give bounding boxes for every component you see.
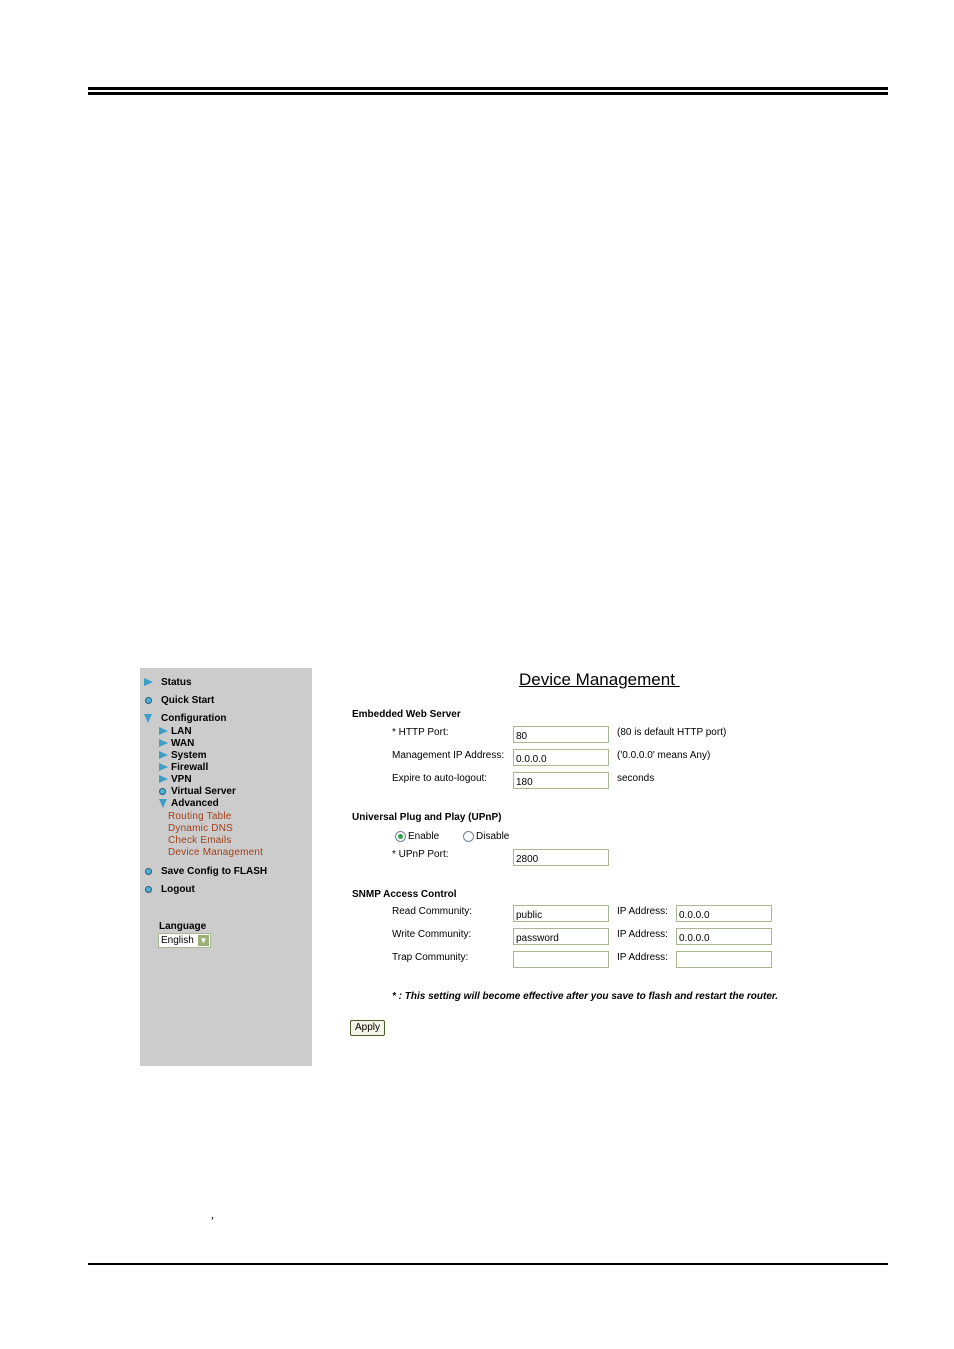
sidebar-item-label: LAN [171, 726, 192, 737]
upnp-disable-label: Disable [476, 831, 510, 842]
read-ip-label: IP Address: [617, 906, 668, 917]
stray-mark: , [211, 1207, 214, 1221]
sidebar-item-label: System [171, 750, 207, 761]
sidebar-item-label: WAN [171, 738, 195, 749]
read-community-input[interactable] [513, 905, 609, 922]
radio-unselected-icon [463, 831, 474, 842]
sidebar-nav: Status Quick Start Configuration LAN WAN… [140, 668, 312, 1066]
sidebar-item-quick-start[interactable]: Quick Start [143, 695, 214, 706]
http-port-label: * HTTP Port: [392, 727, 449, 738]
sidebar-link-device-management[interactable]: Device Management [168, 847, 263, 858]
bullet-icon [145, 697, 152, 704]
sidebar-item-label: Firewall [171, 762, 209, 773]
expire-label: Expire to auto-logout: [392, 773, 488, 784]
bullet-icon [145, 886, 152, 893]
trap-ip-input[interactable] [676, 951, 772, 968]
mgmt-ip-input[interactable] [513, 749, 609, 766]
language-selected-value: English [161, 935, 194, 946]
language-label: Language [159, 921, 207, 932]
upnp-port-label: * UPnP Port: [392, 849, 449, 860]
triangle-right-icon [159, 727, 168, 735]
upnp-enable-radio[interactable]: Enable [395, 831, 439, 842]
footer-rule [88, 1263, 888, 1265]
chevron-down-icon[interactable]: ▼ [198, 935, 209, 946]
triangle-down-icon [144, 714, 152, 723]
mgmt-ip-label: Management IP Address: [392, 750, 505, 761]
expire-note: seconds [617, 773, 655, 784]
write-community-label: Write Community: [392, 929, 472, 940]
header-rule-thin [88, 92, 888, 95]
restart-footnote: * : This setting will become effective a… [392, 991, 779, 1002]
trap-community-input[interactable] [513, 951, 609, 968]
language-select[interactable]: English ▼ [158, 933, 211, 948]
sidebar-item-save-config[interactable]: Save Config to FLASH [143, 866, 267, 877]
sidebar-item-label: Configuration [161, 713, 227, 724]
write-community-input[interactable] [513, 928, 609, 945]
sidebar-item-system[interactable]: System [158, 750, 207, 761]
section-title-snmp: SNMP Access Control [352, 889, 457, 900]
section-title-upnp: Universal Plug and Play (UPnP) [352, 812, 502, 823]
sidebar-item-label: Status [161, 677, 192, 688]
triangle-down-icon [159, 799, 167, 808]
expire-input[interactable] [513, 772, 609, 789]
sidebar-link-check-emails[interactable]: Check Emails [168, 835, 232, 846]
section-title-web-server: Embedded Web Server [352, 709, 461, 720]
sidebar-link-routing-table[interactable]: Routing Table [168, 811, 232, 822]
sidebar-item-vpn[interactable]: VPN [158, 774, 192, 785]
bullet-icon [145, 868, 152, 875]
apply-button[interactable]: Apply [350, 1020, 386, 1036]
sidebar-item-lan[interactable]: LAN [158, 726, 192, 737]
sidebar-item-label: Save Config to FLASH [161, 866, 268, 877]
header-rule-thick [88, 87, 888, 90]
sidebar-item-configuration[interactable]: Configuration [143, 713, 227, 724]
triangle-right-icon [144, 678, 153, 686]
upnp-enable-label: Enable [408, 831, 440, 842]
triangle-right-icon [159, 763, 168, 771]
triangle-right-icon [159, 775, 168, 783]
page-title: Device Management [519, 670, 680, 689]
sidebar-item-logout[interactable]: Logout [143, 884, 195, 895]
sidebar-item-label: Quick Start [161, 695, 215, 706]
sidebar-item-status[interactable]: Status [143, 677, 192, 688]
sidebar-item-wan[interactable]: WAN [158, 738, 194, 749]
sidebar-item-firewall[interactable]: Firewall [158, 762, 208, 773]
sidebar-item-label: Logout [161, 884, 195, 895]
read-community-label: Read Community: [392, 906, 473, 917]
write-ip-input[interactable] [676, 928, 772, 945]
write-ip-label: IP Address: [617, 929, 668, 940]
sidebar-item-virtual-server[interactable]: Virtual Server [158, 786, 236, 797]
http-port-input[interactable] [513, 726, 609, 743]
bullet-icon [159, 788, 166, 795]
sidebar-item-label: Advanced [171, 798, 219, 809]
upnp-port-input[interactable] [513, 849, 609, 866]
trap-community-label: Trap Community: [392, 952, 469, 963]
upnp-disable-radio[interactable]: Disable [463, 831, 509, 842]
sidebar-item-label: Virtual Server [171, 786, 236, 797]
sidebar-item-label: VPN [171, 774, 192, 785]
triangle-right-icon [159, 739, 168, 747]
mgmt-ip-note: ('0.0.0.0' means Any) [617, 750, 711, 761]
trap-ip-label: IP Address: [617, 952, 668, 963]
radio-selected-icon [395, 831, 406, 842]
read-ip-input[interactable] [676, 905, 772, 922]
sidebar-item-advanced[interactable]: Advanced [158, 798, 219, 809]
main-content: Device Management Embedded Web Server * … [312, 668, 872, 1066]
sidebar-link-dynamic-dns[interactable]: Dynamic DNS [168, 823, 233, 834]
triangle-right-icon [159, 751, 168, 759]
http-port-note: (80 is default HTTP port) [617, 727, 727, 738]
